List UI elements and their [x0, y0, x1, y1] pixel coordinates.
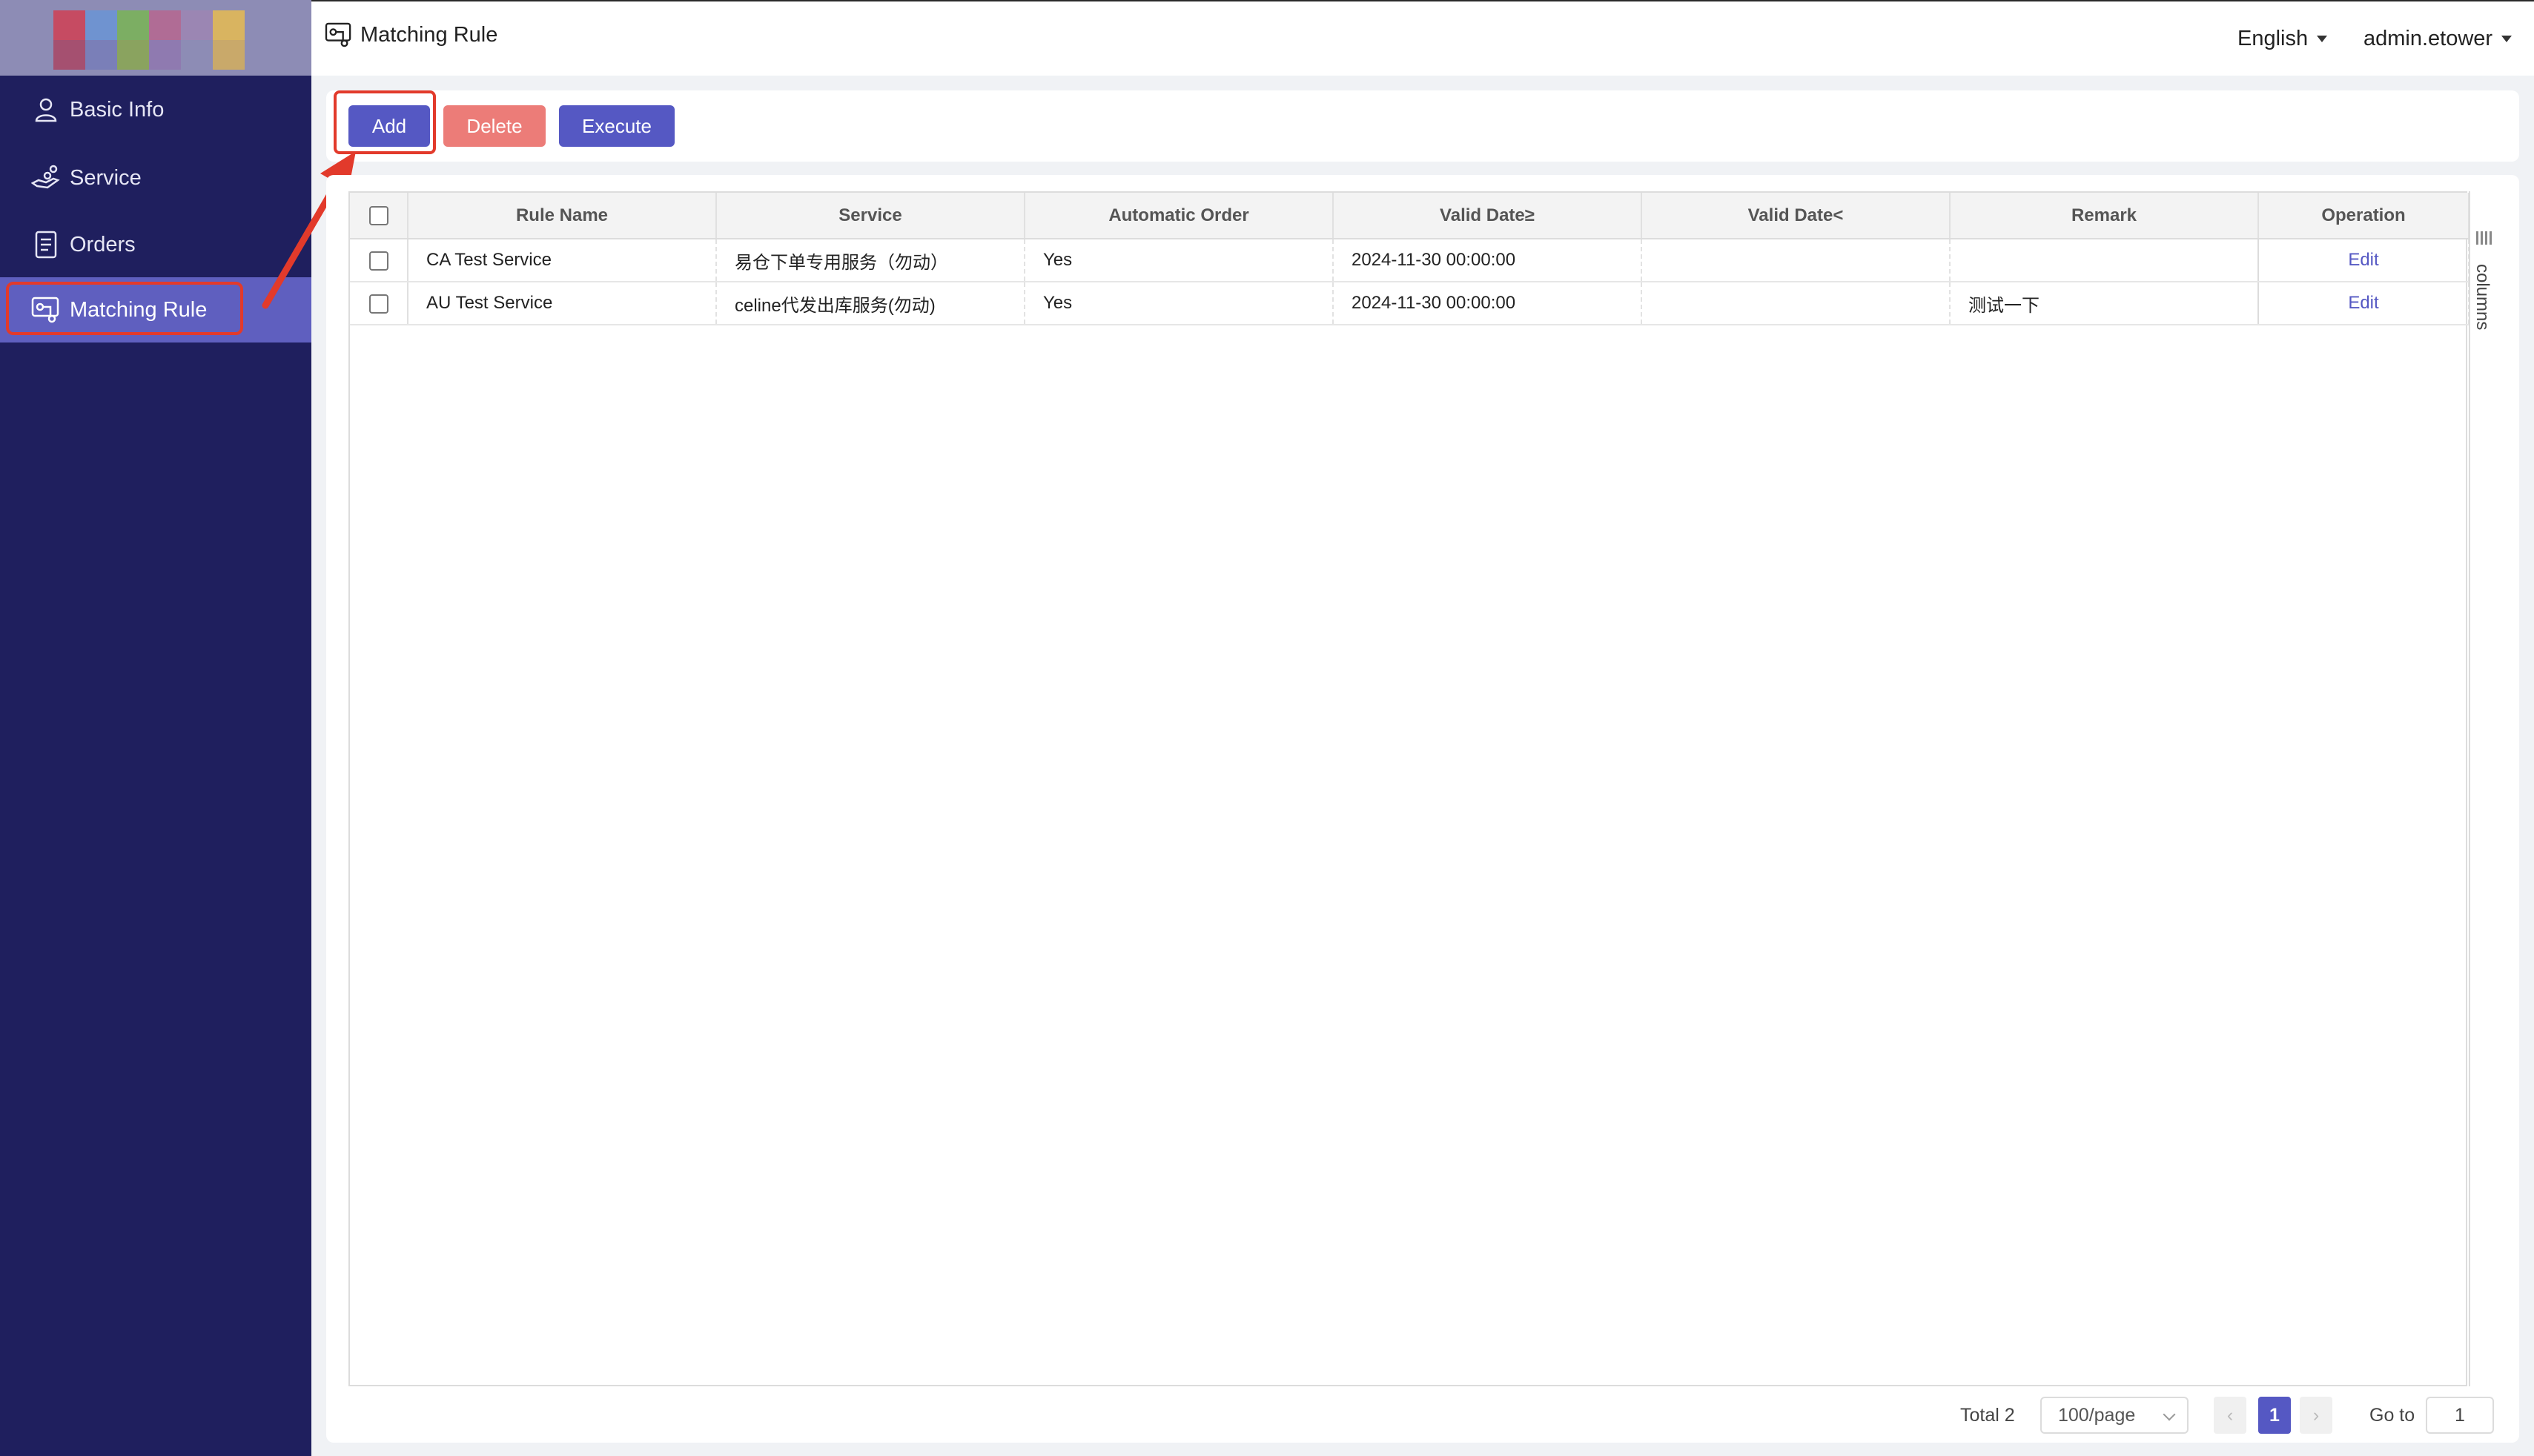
column-header[interactable]: Valid Date≥ [1333, 193, 1642, 239]
service-icon [30, 162, 62, 194]
edit-link[interactable]: Edit [2348, 293, 2378, 313]
annotation-highlight-sidebar [6, 282, 243, 335]
execute-button[interactable]: Execute [559, 105, 675, 147]
goto-label: Go to [2369, 1404, 2415, 1426]
page-title-text: Matching Rule [360, 22, 498, 47]
sidebar-item-basic-info[interactable]: Basic Info [0, 77, 311, 142]
cell-operation: Edit [2257, 282, 2470, 325]
cell-rule-name: CA Test Service [408, 239, 717, 282]
logo [53, 10, 246, 70]
data-table: Rule Name Service Automatic Order Valid … [348, 191, 2470, 1386]
column-header: Operation [2257, 193, 2470, 239]
cell-valid-to [1641, 282, 1951, 325]
cell-remark: 测试一下 [1950, 282, 2259, 325]
select-all-checkbox[interactable] [368, 206, 388, 226]
table-row: CA Test Service 易仓下单专用服务（勿动） Yes 2024-11… [350, 239, 2470, 282]
column-header[interactable]: Valid Date< [1641, 193, 1951, 239]
pagination-total: Total 2 [1960, 1404, 2015, 1426]
column-header[interactable]: Service [716, 193, 1025, 239]
content-card: Rule Name Service Automatic Order Valid … [326, 175, 2519, 1443]
row-checkbox[interactable] [368, 294, 388, 314]
sidebar-item-label: Orders [70, 232, 136, 257]
language-label: English [2237, 27, 2309, 50]
select-all-cell [350, 193, 408, 239]
edit-link[interactable]: Edit [2348, 250, 2378, 270]
columns-toggle[interactable]: columns [2469, 242, 2498, 390]
table-row: AU Test Service celine代发出库服务(勿动) Yes 202… [350, 282, 2470, 325]
caret-down-icon [2501, 36, 2513, 42]
orders-icon [30, 228, 62, 261]
caret-down-icon [2317, 36, 2328, 42]
next-page-button[interactable]: › [2300, 1397, 2332, 1434]
cell-valid-from: 2024-11-30 00:00:00 [1333, 282, 1642, 325]
column-header[interactable]: Automatic Order [1025, 193, 1334, 239]
toolbar: Add Delete Execute [326, 90, 2519, 162]
user-label: admin.etower [2363, 27, 2493, 50]
matching-rule-icon [325, 22, 353, 47]
cell-valid-from: 2024-11-30 00:00:00 [1333, 239, 1642, 282]
row-checkbox[interactable] [368, 251, 388, 271]
cell-remark [1950, 239, 2259, 282]
sidebar-item-label: Service [70, 165, 142, 190]
delete-button[interactable]: Delete [443, 105, 546, 147]
cell-automatic-order: Yes [1025, 239, 1334, 282]
user-dropdown[interactable]: admin.etower [2363, 27, 2513, 51]
column-header[interactable]: Remark [1950, 193, 2259, 239]
table-header-row: Rule Name Service Automatic Order Valid … [350, 193, 2470, 239]
cell-service: 易仓下单专用服务（勿动） [716, 239, 1025, 282]
columns-label: columns [2472, 264, 2492, 331]
cell-service: celine代发出库服务(勿动) [716, 282, 1025, 325]
page-size-value: 100/page [2058, 1404, 2136, 1426]
chevron-down-icon [2163, 1408, 2176, 1421]
row-checkbox-cell [350, 282, 408, 325]
cell-rule-name: AU Test Service [408, 282, 717, 325]
page-title: Matching Rule [325, 22, 497, 47]
prev-page-button[interactable]: ‹ [2214, 1397, 2246, 1434]
page-size-select[interactable]: 100/page [2040, 1397, 2189, 1434]
topbar: Matching Rule English admin.etower [311, 0, 2534, 76]
language-dropdown[interactable]: English [2237, 27, 2328, 51]
logo-area [0, 0, 311, 76]
sidebar-item-label: Basic Info [70, 97, 165, 122]
cell-automatic-order: Yes [1025, 282, 1334, 325]
page-number-button[interactable]: 1 [2258, 1397, 2291, 1434]
cell-operation: Edit [2257, 239, 2470, 282]
row-checkbox-cell [350, 239, 408, 282]
goto-page-input[interactable]: 1 [2426, 1397, 2494, 1434]
cell-valid-to [1641, 239, 1951, 282]
user-icon [30, 93, 62, 126]
column-header[interactable]: Rule Name [408, 193, 717, 239]
